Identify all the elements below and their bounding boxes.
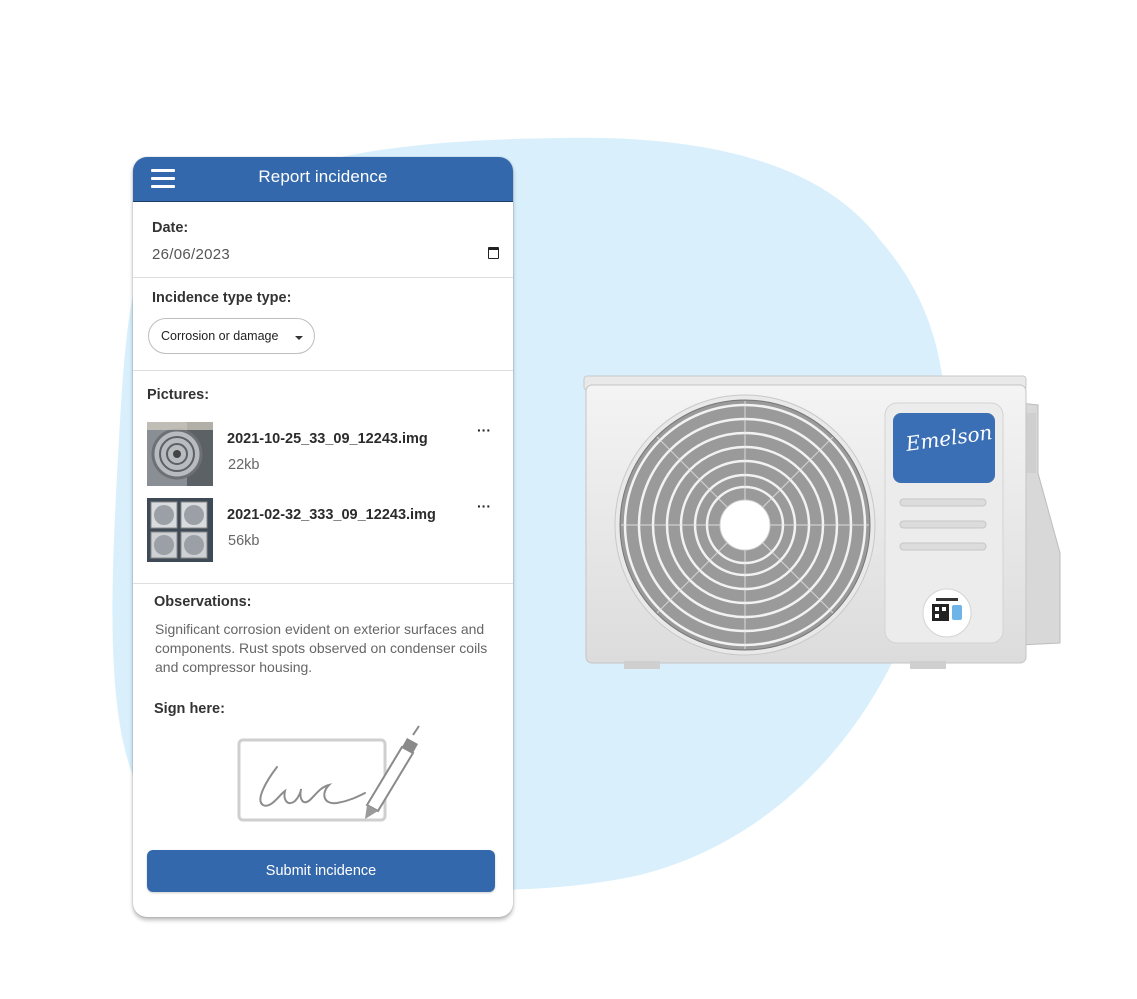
more-options-icon[interactable]: ··· — [477, 499, 491, 513]
more-options-icon[interactable]: ··· — [477, 423, 491, 437]
page-title: Report incidence — [258, 167, 388, 186]
signature-pad[interactable] — [237, 725, 427, 825]
air-conditioner-unit-image — [583, 375, 1061, 669]
divider — [133, 277, 513, 278]
report-incidence-screen: Report incidence Date: 26/06/2023 Incide… — [133, 157, 513, 917]
observations-text[interactable]: Significant corrosion evident on exterio… — [155, 620, 500, 677]
picture-item[interactable]: 2021-02-32_333_09_12243.img 56kb ··· — [147, 498, 499, 564]
picture-thumbnail — [147, 422, 213, 486]
picture-file-name: 2021-02-32_333_09_12243.img — [227, 507, 436, 523]
date-label: Date: — [152, 220, 189, 236]
incidence-type-label: Incidence type type: — [152, 290, 292, 306]
caret-down-icon — [295, 336, 303, 340]
picture-file-size: 56kb — [228, 533, 260, 549]
submit-incidence-button[interactable]: Submit incidence — [147, 850, 495, 892]
picture-file-name: 2021-10-25_33_09_12243.img — [227, 431, 428, 447]
pictures-label: Pictures: — [147, 387, 210, 403]
observations-label: Observations: — [154, 594, 252, 610]
picture-file-size: 22kb — [228, 457, 260, 473]
date-input[interactable]: 26/06/2023 — [152, 246, 230, 263]
app-header: Report incidence — [133, 157, 513, 202]
divider — [133, 583, 513, 584]
incidence-type-select[interactable]: Corrosion or damage — [148, 318, 315, 354]
incidence-type-value: Corrosion or damage — [161, 329, 279, 343]
signature-stroke — [259, 766, 366, 807]
sign-label: Sign here: — [154, 701, 225, 717]
divider — [133, 370, 513, 371]
picture-thumbnail — [147, 498, 213, 562]
calendar-icon[interactable] — [488, 247, 499, 259]
picture-item[interactable]: 2021-10-25_33_09_12243.img 22kb ··· — [147, 422, 499, 488]
